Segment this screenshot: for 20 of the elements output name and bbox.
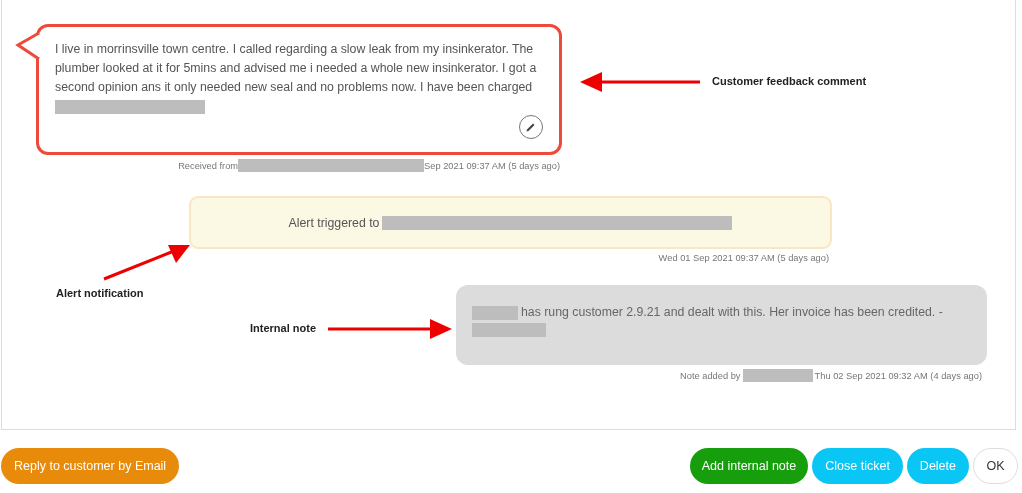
note-text: has rung customer 2.9.21 and dealt with this. Her invoice has been credited. -: [521, 305, 943, 319]
meta-text: Wed 01 Sep 2021 09:37 AM (5 days ago): [658, 253, 829, 263]
meta-text: Note added by: [680, 370, 741, 381]
edit-button[interactable]: [519, 115, 543, 139]
annotation-label: Alert notification: [56, 287, 144, 299]
redaction-bar: [472, 305, 518, 320]
reply-button[interactable]: Reply to customer by Email: [1, 448, 180, 484]
comment-text: I live in morrinsville town centre. I called regarding a slow leak from my insinkerator. The plumber looked at it for 5mins and advised me i needed a whole new insinkerator. I got a second opinion ans it only needed new seal and no problems now. I have been charged: [55, 42, 537, 94]
redaction-bar: [742, 369, 813, 382]
action-button[interactable]: Close ticket: [812, 448, 903, 484]
alert-text: Alert triggered to: [288, 215, 380, 230]
annotation-label: Internal note: [250, 322, 316, 334]
action-button[interactable]: OK: [973, 448, 1018, 484]
meta-text: Sep 2021 09:37 AM (5 days ago): [424, 160, 560, 171]
pencil-icon: [525, 121, 537, 133]
action-button[interactable]: Add internal note: [689, 448, 809, 484]
action-button[interactable]: Delete: [906, 448, 969, 484]
meta-text: Received from: [178, 160, 239, 171]
meta-text: Thu 02 Sep 2021 09:32 AM (4 days ago): [814, 370, 982, 381]
annotation-label: Customer feedback comment: [712, 75, 867, 87]
